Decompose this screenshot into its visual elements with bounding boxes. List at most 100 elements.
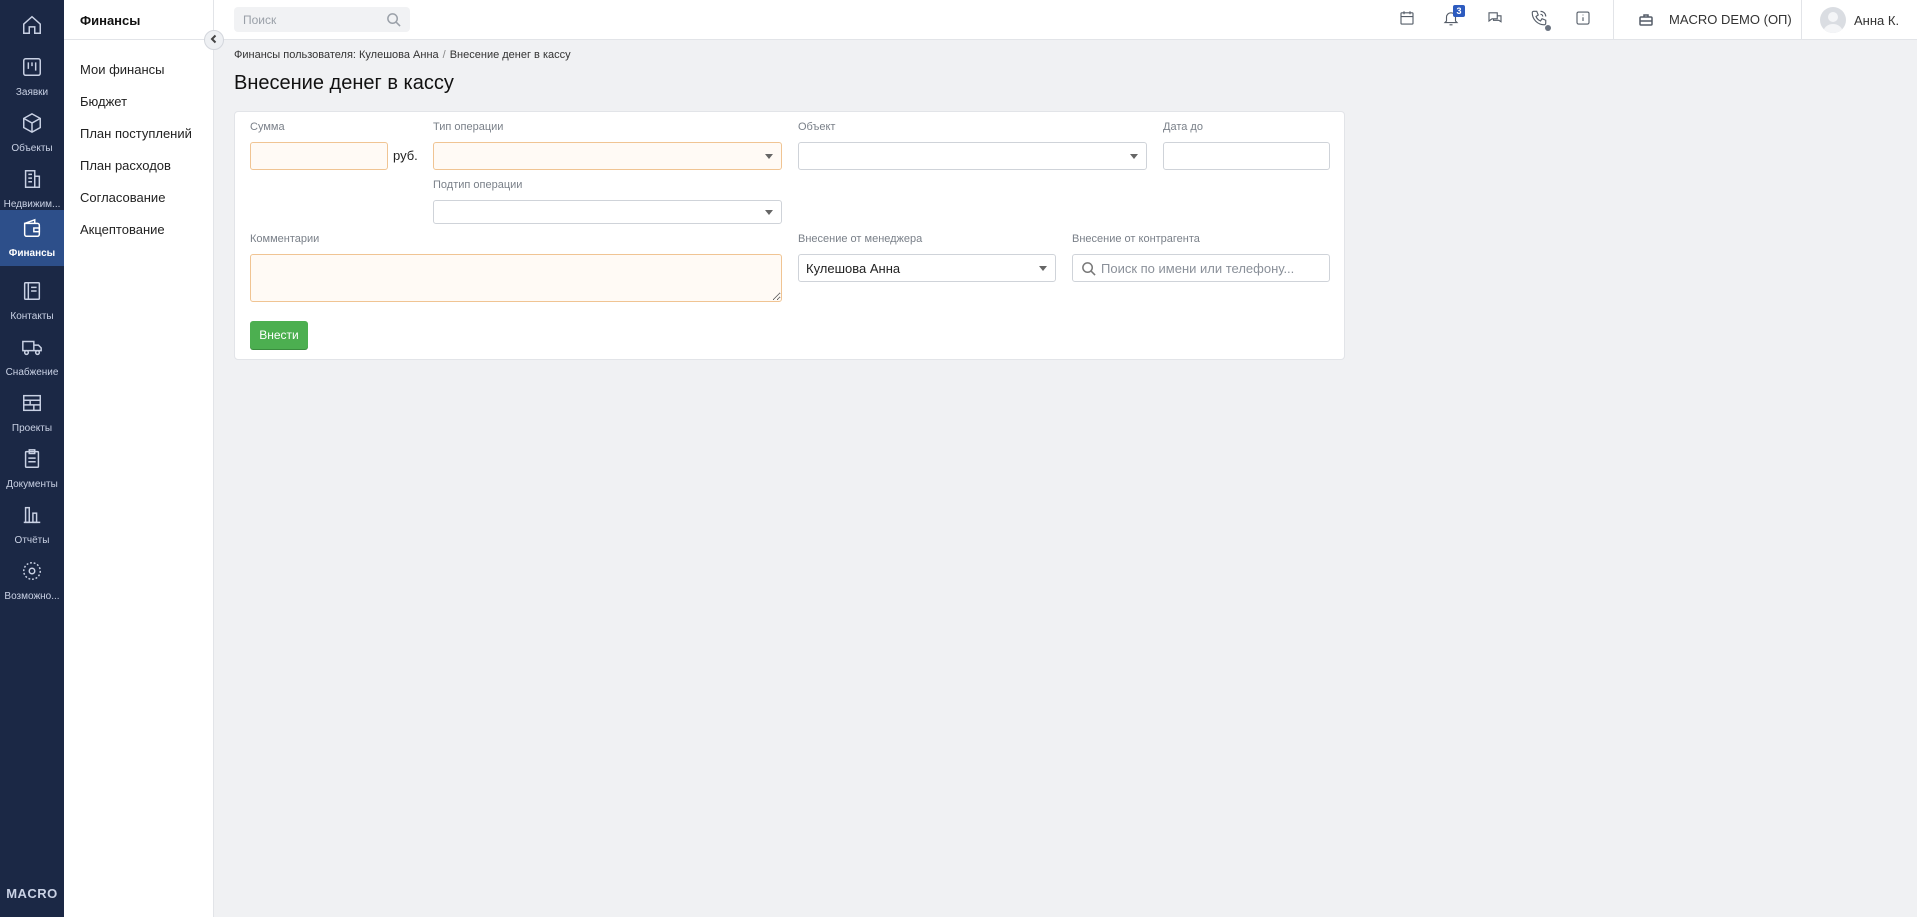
nav-objects-label: Объекты: [11, 143, 53, 154]
nav-contacts[interactable]: Контакты: [0, 274, 64, 328]
subnav-item-approval[interactable]: Согласование: [80, 190, 165, 205]
info-icon: [1574, 9, 1592, 32]
manager-select[interactable]: Кулешова Анна: [798, 254, 1056, 282]
collapse-sidebar-button[interactable]: [204, 30, 224, 50]
nav-documents[interactable]: Документы: [0, 442, 64, 496]
nav-projects[interactable]: Проекты: [0, 386, 64, 440]
phone-button[interactable]: [1527, 8, 1551, 32]
operation-type-label: Тип операции: [433, 121, 504, 133]
nav-supply[interactable]: Снабжение: [0, 330, 64, 384]
nav-home[interactable]: [0, 0, 64, 54]
nav-objects[interactable]: Объекты: [0, 106, 64, 160]
nav-contacts-label: Контакты: [10, 311, 54, 322]
subnav-item-expense-plan[interactable]: План расходов: [80, 158, 171, 173]
cash-deposit-form: Сумма руб. Тип операции Объект Дата до П…: [234, 111, 1345, 360]
comment-label: Комментарии: [250, 233, 320, 245]
breadcrumb-parent[interactable]: Финансы пользователя: Кулешова Анна: [234, 49, 439, 61]
user-icon: [1823, 12, 1843, 33]
breadcrumb-current: Внесение денег в кассу: [449, 49, 571, 61]
cube-icon: [21, 112, 43, 139]
notifications-button[interactable]: 3: [1439, 5, 1465, 32]
bar-chart-icon: [21, 504, 43, 531]
gear-icon: [21, 560, 43, 587]
calendar-button[interactable]: [1395, 8, 1419, 32]
nav-realty[interactable]: Недвижим...: [0, 162, 64, 216]
nav-requests[interactable]: Заявки: [0, 50, 64, 104]
search-icon[interactable]: [386, 12, 401, 27]
operation-type-select[interactable]: [433, 142, 782, 170]
chat-icon: [1486, 9, 1504, 32]
date-to-input[interactable]: [1164, 143, 1329, 169]
date-to-field: [1163, 142, 1330, 170]
chevron-down-icon: [765, 210, 773, 215]
truck-icon: [21, 336, 43, 363]
search-icon: [1081, 261, 1096, 276]
amount-label: Сумма: [250, 121, 285, 133]
phone-status-dot: [1545, 25, 1551, 31]
nav-projects-label: Проекты: [11, 423, 53, 434]
chat-button[interactable]: [1483, 8, 1507, 32]
chevron-down-icon: [765, 154, 773, 159]
home-icon: [21, 14, 43, 41]
clipboard-icon: [21, 448, 43, 475]
wallet-icon: [21, 217, 43, 244]
chevron-down-icon: [1039, 266, 1047, 271]
nav-finance-label: Финансы: [8, 248, 56, 259]
kanban-icon: [21, 56, 43, 83]
nav-features-label: Возможно...: [4, 591, 60, 602]
nav-features[interactable]: Возможно...: [0, 554, 64, 608]
submit-deposit-button[interactable]: Внести: [250, 321, 308, 349]
nav-requests-label: Заявки: [15, 87, 49, 98]
manager-value: Кулешова Анна: [806, 261, 901, 276]
breadcrumb: Финансы пользователя: Кулешова Анна / Внес…: [234, 49, 571, 61]
finance-subnav: Финансы Мои финансы Бюджет План поступле…: [64, 0, 214, 917]
user-menu[interactable]: Анна К.: [1854, 13, 1899, 28]
operation-subtype-select[interactable]: [433, 200, 782, 224]
comment-field: [250, 254, 782, 302]
nav-documents-label: Документы: [6, 479, 58, 490]
brand-logo: MACRO: [6, 886, 58, 901]
date-to-label: Дата до: [1163, 121, 1203, 133]
subnav-divider: [64, 39, 214, 40]
subnav-item-income-plan[interactable]: План поступлений: [80, 126, 192, 141]
breadcrumb-separator: /: [442, 49, 446, 61]
nav-reports-label: Отчёты: [14, 535, 50, 546]
amount-field: [250, 142, 388, 170]
manager-label: Внесение от менеджера: [798, 233, 923, 245]
avatar[interactable]: [1820, 7, 1846, 33]
counterparty-search-input[interactable]: [1073, 255, 1329, 281]
info-button[interactable]: [1571, 8, 1595, 32]
building-icon: [21, 168, 43, 195]
subnav-title: Финансы: [80, 13, 141, 28]
comment-textarea[interactable]: [251, 255, 781, 301]
nav-supply-label: Снабжение: [5, 367, 59, 378]
object-label: Объект: [798, 121, 836, 133]
nav-finance[interactable]: Финансы: [0, 210, 64, 266]
briefcase-icon: [1638, 12, 1654, 28]
object-select[interactable]: [798, 142, 1147, 170]
nav-reports[interactable]: Отчёты: [0, 498, 64, 552]
counterparty-search: [1072, 254, 1330, 282]
page-title: Внесение денег в кассу: [234, 72, 454, 94]
chevron-left-icon: [209, 31, 219, 49]
counterparty-label: Внесение от контрагента: [1072, 233, 1200, 245]
main-nav-rail: Заявки Объекты Недвижим... Финансы Конта…: [0, 0, 64, 917]
topbar-divider: [1613, 0, 1614, 40]
projects-icon: [21, 392, 43, 419]
nav-realty-label: Недвижим...: [3, 199, 61, 210]
subnav-item-acceptance[interactable]: Акцептование: [80, 222, 165, 237]
global-search-input[interactable]: [234, 7, 410, 32]
currency-unit: руб.: [393, 148, 418, 163]
notifications-badge: 3: [1453, 5, 1465, 17]
operation-subtype-label: Подтип операции: [433, 179, 523, 191]
subnav-item-my-finance[interactable]: Мои финансы: [80, 62, 164, 77]
calendar-icon: [1398, 9, 1416, 32]
amount-input[interactable]: [251, 143, 387, 169]
chevron-down-icon: [1130, 154, 1138, 159]
contacts-icon: [21, 280, 43, 307]
global-search: [234, 7, 410, 32]
top-bar: 3 MACRO DEMO (ОП) Анна К.: [214, 0, 1917, 40]
company-switcher[interactable]: MACRO DEMO (ОП): [1669, 12, 1792, 27]
subnav-item-budget[interactable]: Бюджет: [80, 94, 127, 109]
topbar-divider: [1801, 0, 1802, 40]
